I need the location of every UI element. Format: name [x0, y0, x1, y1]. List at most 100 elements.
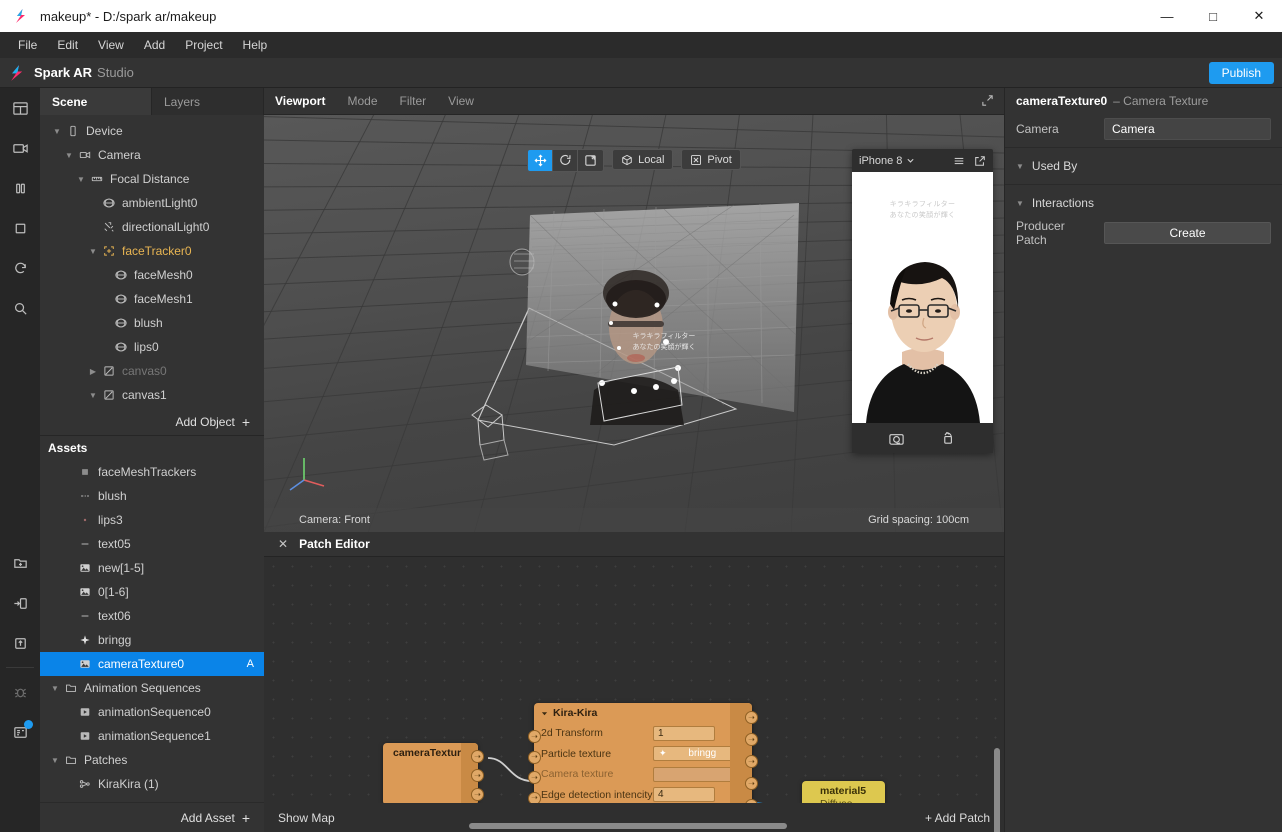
close-icon[interactable]: ✕	[278, 537, 288, 551]
move-tool-icon[interactable]	[528, 150, 554, 171]
camera-icon[interactable]	[0, 128, 40, 168]
asset-item-lips3[interactable]: lips3	[40, 508, 264, 532]
scene-tree-item-lips0[interactable]: lips0	[40, 335, 264, 359]
scene-tree-item-facetracker0[interactable]: ▼ faceTracker0	[40, 239, 264, 263]
record-icon[interactable]	[941, 430, 958, 447]
chevron-down-icon[interactable]: ▼	[74, 175, 88, 184]
tab-filter[interactable]: Filter	[389, 88, 438, 115]
menu-project[interactable]: Project	[175, 34, 232, 56]
maximize-button[interactable]: □	[1190, 0, 1236, 32]
add-asset-button[interactable]: Add Asset +	[40, 802, 264, 832]
patch-node-kirakira[interactable]: Kira-Kira 2d Transform 1 Particle texture ✦…	[528, 703, 758, 803]
local-space-button[interactable]: Local	[612, 149, 674, 170]
asset-item-patches[interactable]: ▼ Patches	[40, 748, 264, 772]
patch-node-material5[interactable]: material5 Diffuse Texture ➝	[802, 781, 885, 803]
tab-mode[interactable]: Mode	[336, 88, 388, 115]
scene-tree-item-focal distance[interactable]: ▼ Focal Distance	[40, 167, 264, 191]
chevron-down-icon[interactable]: ▼	[86, 247, 100, 256]
tab-scene[interactable]: Scene	[40, 88, 152, 115]
add-patch-button[interactable]: + Add Patch	[925, 811, 990, 825]
create-button[interactable]: Create	[1104, 222, 1271, 244]
device-selector[interactable]: iPhone 8	[859, 155, 915, 167]
output-port[interactable]: ➝	[471, 750, 484, 763]
search-icon[interactable]	[0, 288, 40, 328]
asset-item-text06[interactable]: text06	[40, 604, 264, 628]
menu-view[interactable]: View	[88, 34, 134, 56]
scene-tree-item-canvas1[interactable]: ▼ canvas1	[40, 383, 264, 407]
scene-tree-item-directionallight0[interactable]: directionalLight0	[40, 215, 264, 239]
input-port[interactable]: ➝	[528, 730, 541, 743]
show-map-button[interactable]: Show Map	[278, 811, 335, 825]
asset-item-new-1-5[interactable]: new[1-5]	[40, 556, 264, 580]
tab-layers[interactable]: Layers	[152, 88, 264, 115]
preview-screen[interactable]: キラキラフィルター あなたの笑顔が輝く	[852, 172, 993, 423]
input-port[interactable]: ➝	[528, 791, 541, 803]
chevron-down-icon[interactable]: ▼	[62, 151, 76, 160]
patch-vertical-scrollbar[interactable]	[994, 748, 1000, 832]
refresh-icon[interactable]	[0, 248, 40, 288]
chevron-down-icon[interactable]: ▼	[50, 127, 64, 136]
expand-icon[interactable]	[981, 94, 994, 107]
interactions-section[interactable]: ▼ Interactions	[1005, 188, 1282, 218]
pause-icon[interactable]	[0, 168, 40, 208]
square-icon[interactable]	[0, 208, 40, 248]
scene-tree-item-camera[interactable]: ▼ Camera	[40, 143, 264, 167]
camera-select[interactable]: Camera	[1104, 118, 1271, 140]
input-port[interactable]: ➝	[528, 750, 541, 764]
hamburger-icon[interactable]	[953, 155, 965, 167]
asset-item-kirakira-1[interactable]: KiraKira (1)	[40, 772, 264, 796]
screenshot-icon[interactable]	[888, 430, 905, 447]
output-port[interactable]: ➝	[471, 769, 484, 782]
tab-view[interactable]: View	[437, 88, 485, 115]
rotate-tool-icon[interactable]	[553, 150, 579, 171]
asset-item-animationsequence0[interactable]: animationSequence0	[40, 700, 264, 724]
output-port[interactable]: ➝	[471, 788, 484, 801]
patch-param-input[interactable]: 4	[653, 787, 715, 803]
chevron-right-icon[interactable]: ▶	[86, 367, 100, 376]
bug-icon[interactable]	[0, 672, 40, 712]
asset-item-animationsequence1[interactable]: animationSequence1	[40, 724, 264, 748]
add-object-button[interactable]: Add Object +	[40, 408, 264, 436]
scene-tree-item-canvas0[interactable]: ▶ canvas0	[40, 359, 264, 383]
tab-viewport[interactable]: Viewport	[264, 88, 336, 115]
input-port[interactable]: ➝	[528, 771, 541, 784]
scale-tool-icon[interactable]	[578, 150, 603, 171]
output-port[interactable]: ➝	[745, 777, 758, 790]
patch-canvas[interactable]: cameraTexture0 ➝ ➝ ➝ Kira-Kira 2d Transf…	[264, 557, 1004, 803]
patch-horizontal-scrollbar[interactable]	[469, 823, 787, 829]
asset-item-text05[interactable]: text05	[40, 532, 264, 556]
menu-edit[interactable]: Edit	[47, 34, 88, 56]
output-port[interactable]: ➝	[745, 733, 758, 746]
import-icon[interactable]	[0, 583, 40, 623]
popout-icon[interactable]	[974, 155, 986, 167]
asset-item-blush[interactable]: blush	[40, 484, 264, 508]
minimize-button[interactable]: —	[1144, 0, 1190, 32]
chevron-down-icon[interactable]: ▼	[48, 684, 62, 693]
asset-item-animation-sequences[interactable]: ▼ Animation Sequences	[40, 676, 264, 700]
menu-help[interactable]: Help	[233, 34, 278, 56]
upload-icon[interactable]	[0, 623, 40, 663]
asset-item-cameratexture0[interactable]: cameraTexture0 A	[40, 652, 264, 676]
asset-item-facemeshtrackers[interactable]: faceMeshTrackers	[40, 460, 264, 484]
publish-button[interactable]: Publish	[1208, 61, 1274, 84]
used-by-section[interactable]: ▼ Used By	[1005, 151, 1282, 181]
output-port[interactable]: ➝	[745, 755, 758, 768]
asset-item-bringg[interactable]: bringg	[40, 628, 264, 652]
pivot-button[interactable]: Pivot	[681, 149, 741, 170]
chevron-down-icon[interactable]: ▼	[48, 756, 62, 765]
scene-tree-item-blush[interactable]: blush	[40, 311, 264, 335]
menu-file[interactable]: File	[8, 34, 47, 56]
scene-tree-item-ambientlight0[interactable]: ambientLight0	[40, 191, 264, 215]
chevron-down-icon[interactable]: ▼	[86, 391, 100, 400]
console-icon[interactable]	[0, 712, 40, 752]
patch-param-input[interactable]: 1	[653, 725, 715, 741]
patch-node-cameratexture0[interactable]: cameraTexture0 ➝ ➝ ➝	[383, 743, 484, 803]
layout-icon[interactable]	[0, 88, 40, 128]
asset-item-0-1-6[interactable]: 0[1-6]	[40, 580, 264, 604]
scene-tree-item-device[interactable]: ▼ Device	[40, 119, 264, 143]
viewport-3d[interactable]: キラキラフィルター あなたの笑顔が輝く Local Pivot Camera: …	[264, 115, 1004, 532]
menu-add[interactable]: Add	[134, 34, 175, 56]
scene-tree-item-facemesh1[interactable]: faceMesh1	[40, 287, 264, 311]
new-folder-icon[interactable]	[0, 543, 40, 583]
output-port[interactable]: ➝	[745, 711, 758, 724]
